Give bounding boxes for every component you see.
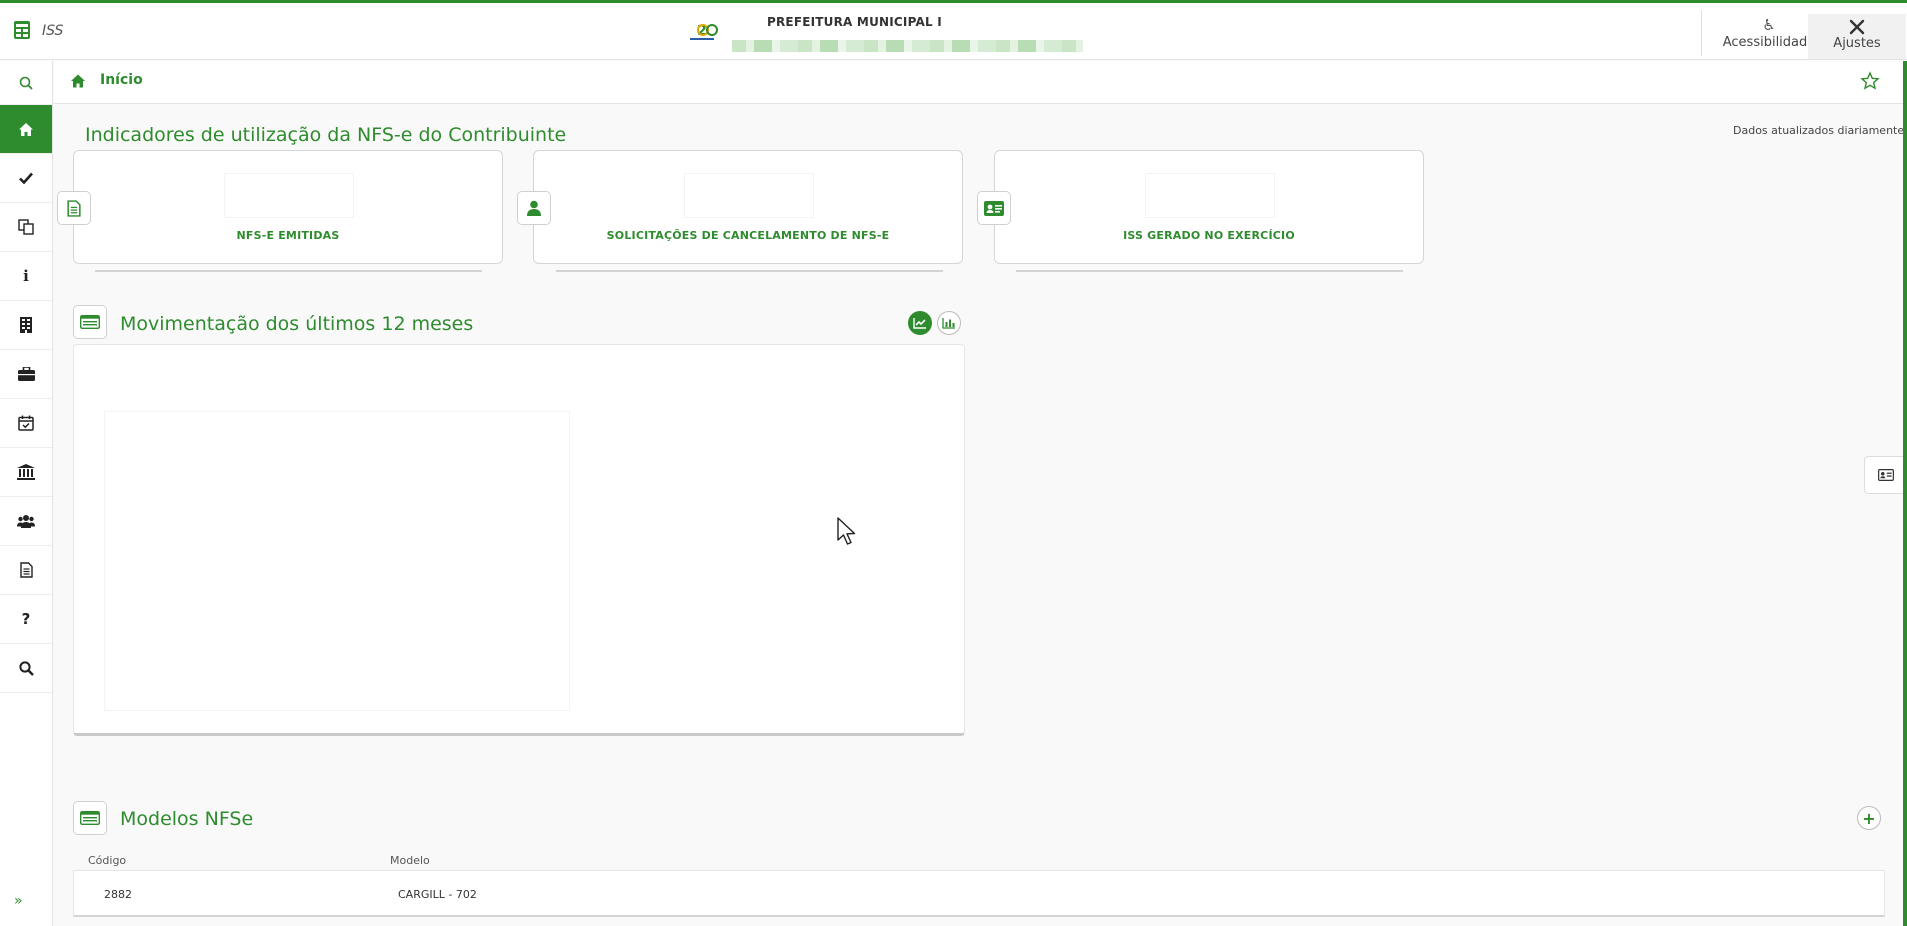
card-shadow xyxy=(1016,270,1403,272)
mouse-cursor-icon xyxy=(837,517,856,545)
check-icon xyxy=(19,172,33,184)
indicators-title: Indicadores de utilização da NFS-e do Co… xyxy=(85,124,567,146)
breadcrumb: Início xyxy=(54,61,1907,104)
tools-icon xyxy=(1808,16,1906,36)
sidebar-item-document[interactable] xyxy=(0,546,52,595)
breadcrumb-home-link[interactable]: Início xyxy=(100,72,143,88)
top-bar: ISS 2 PREFEITURA MUNICIPAL I ♿︎ Acessibi… xyxy=(0,0,1907,60)
list-icon xyxy=(80,811,100,825)
document-icon xyxy=(19,562,33,578)
bank-icon xyxy=(17,464,35,480)
cell-codigo: 2882 xyxy=(104,888,132,901)
app-name: ISS xyxy=(42,23,64,39)
city-title: PREFEITURA MUNICIPAL I xyxy=(767,15,942,29)
indicator-value-area xyxy=(224,173,354,218)
indicator-icon-box xyxy=(977,191,1011,225)
copy-icon xyxy=(18,219,34,235)
list-icon xyxy=(80,315,100,329)
indicator-card-iss-generated[interactable]: ISS GERADO NO EXERCÍCIO xyxy=(994,150,1424,264)
sidebar-item-copy[interactable] xyxy=(0,203,52,252)
table-row[interactable]: 2882 CARGILL - 702 xyxy=(73,870,1885,917)
bar-chart-toggle[interactable] xyxy=(937,311,961,335)
indicator-label: SOLICITAÇÕES DE CANCELAMENTO DE NFS-E xyxy=(606,229,890,242)
question-icon: ? xyxy=(21,610,31,628)
sidebar-item-help[interactable]: ? xyxy=(0,595,52,644)
expand-sidebar-icon[interactable]: » xyxy=(14,893,23,909)
column-header-modelo: Modelo xyxy=(390,854,430,867)
plus-icon: + xyxy=(1862,808,1876,828)
chart-area xyxy=(104,411,570,711)
floating-card-tab[interactable] xyxy=(1864,456,1907,494)
magnifier-icon xyxy=(18,660,34,676)
models-title: Modelos NFSe xyxy=(120,808,254,830)
building-icon xyxy=(20,317,32,333)
bar-chart-icon xyxy=(942,318,955,329)
sidebar-item-info[interactable]: i xyxy=(0,252,52,301)
info-icon: i xyxy=(23,267,29,285)
updated-note: Dados atualizados diariamente xyxy=(1733,124,1905,137)
home-icon xyxy=(19,122,33,136)
id-card-icon xyxy=(984,200,1004,216)
users-icon xyxy=(17,515,35,528)
briefcase-icon xyxy=(17,367,35,381)
movement-chart-card xyxy=(73,344,965,736)
accessibility-label: Acessibilidade xyxy=(1722,35,1816,50)
settings-button[interactable]: Ajustes xyxy=(1808,14,1906,59)
sidebar-item-bank[interactable] xyxy=(0,448,52,497)
indicator-icon-box xyxy=(517,191,551,225)
sidebar-item-users[interactable] xyxy=(0,497,52,546)
line-chart-icon xyxy=(913,318,926,329)
indicator-value-area xyxy=(684,173,814,218)
search-icon xyxy=(19,76,33,90)
accessibility-button[interactable]: ♿︎ Acessibilidade xyxy=(1719,15,1819,53)
column-header-codigo: Código xyxy=(88,854,127,867)
indicator-card-nfse-issued[interactable]: NFS-E EMITIDAS xyxy=(73,150,503,264)
indicator-label: NFS-E EMITIDAS xyxy=(236,229,340,242)
favorite-star-icon[interactable] xyxy=(1860,71,1880,91)
movement-title: Movimentação dos últimos 12 meses xyxy=(120,313,474,335)
app-grid-icon[interactable] xyxy=(14,21,30,39)
header-divider xyxy=(1701,10,1702,56)
scrollbar[interactable] xyxy=(1903,61,1907,926)
wheelchair-icon: ♿︎ xyxy=(1762,16,1776,34)
calendar-check-icon xyxy=(18,415,34,431)
sidebar-item-home[interactable] xyxy=(0,105,52,154)
indicator-label: ISS GERADO NO EXERCÍCIO xyxy=(1123,229,1295,242)
models-panel-icon xyxy=(73,801,107,835)
movement-panel-icon xyxy=(73,305,107,339)
id-card-icon xyxy=(1878,469,1894,481)
settings-label: Ajustes xyxy=(1833,36,1881,51)
sidebar-item-search[interactable] xyxy=(0,644,52,693)
sidebar-item-briefcase[interactable] xyxy=(0,350,52,399)
line-chart-toggle[interactable] xyxy=(908,311,932,335)
sidebar-item-check[interactable] xyxy=(0,154,52,203)
indicator-card-cancel-requests[interactable]: SOLICITAÇÕES DE CANCELAMENTO DE NFS-E xyxy=(533,150,963,264)
sidebar-item-calendar[interactable] xyxy=(0,399,52,448)
sidebar-search[interactable] xyxy=(0,61,52,105)
sidebar-item-building[interactable] xyxy=(0,301,52,350)
add-model-button[interactable]: + xyxy=(1857,806,1881,830)
indicator-icon-box xyxy=(57,191,91,225)
cell-modelo: CARGILL - 702 xyxy=(398,888,477,901)
indicator-value-area xyxy=(1145,173,1275,218)
user-icon xyxy=(527,200,541,216)
document-icon xyxy=(67,199,81,217)
city-crest-logo: 2 xyxy=(690,23,718,40)
redacted-subtitle xyxy=(732,40,1083,52)
card-shadow xyxy=(95,270,482,272)
breadcrumb-home-icon[interactable] xyxy=(70,73,86,89)
sidebar: i ? » xyxy=(0,61,53,926)
card-shadow xyxy=(556,270,943,272)
